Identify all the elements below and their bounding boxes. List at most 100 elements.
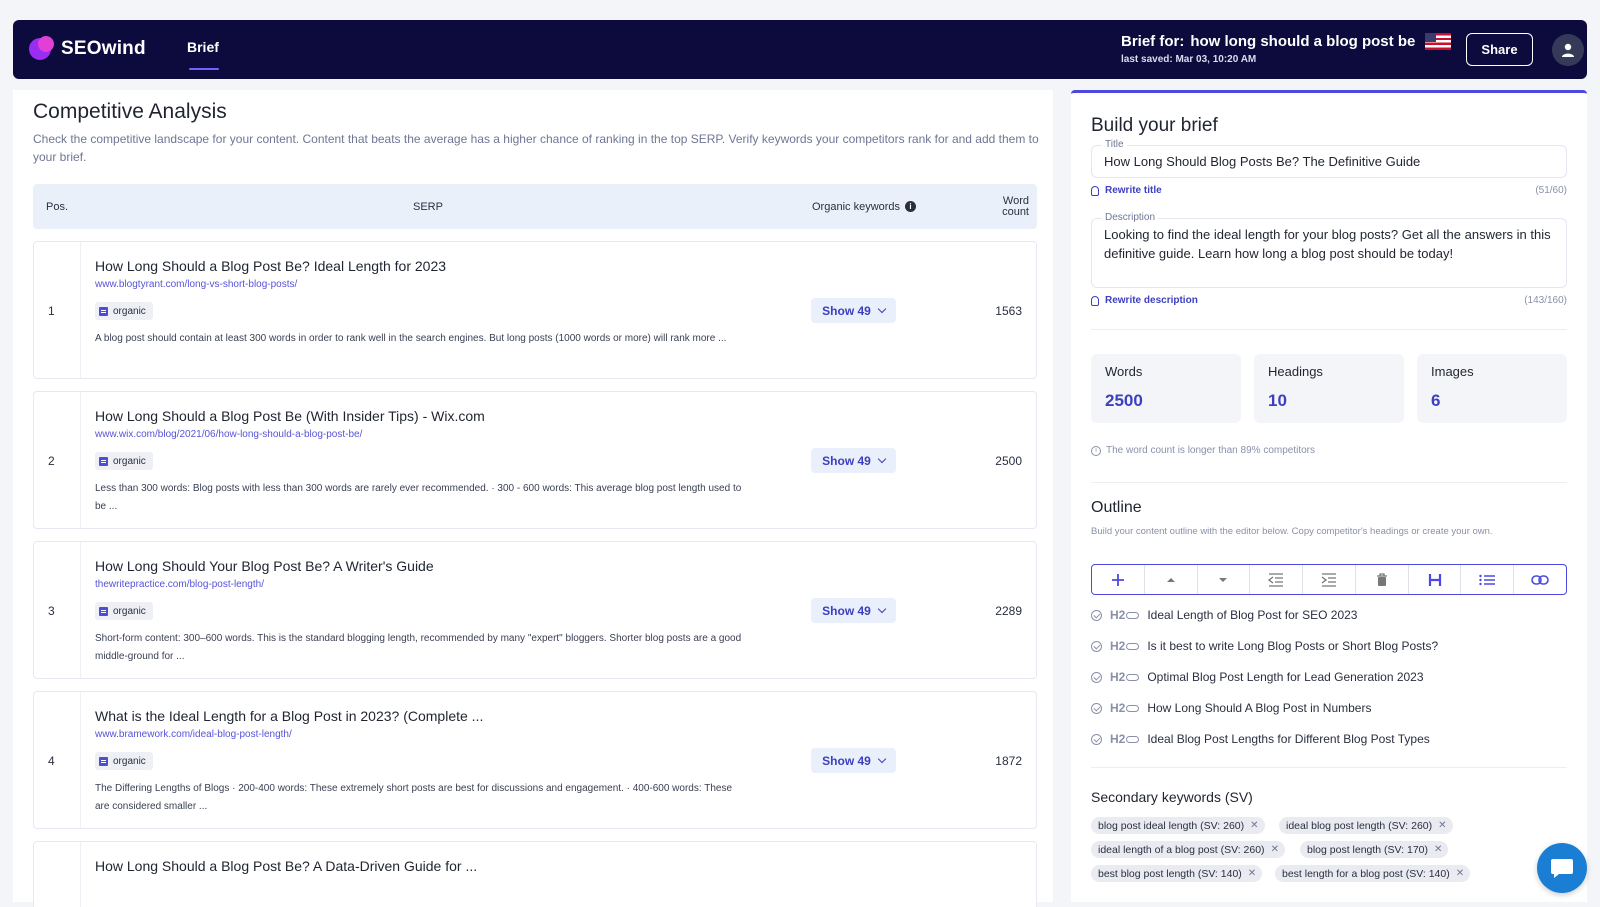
nav-tab-brief[interactable]: Brief (187, 39, 219, 55)
badge-label: organic (113, 455, 146, 467)
rewrite-title-label: Rewrite title (1105, 185, 1162, 196)
keyword-chip: blog post ideal length (SV: 260) ✕ (1091, 817, 1265, 834)
user-avatar[interactable] (1552, 34, 1584, 66)
outline-heading-text[interactable]: Ideal Length of Blog Post for SEO 2023 (1147, 608, 1357, 622)
chip-label: best blog post length (SV: 140) (1098, 867, 1242, 880)
outline-item[interactable]: H2 Ideal Length of Blog Post for SEO 202… (1091, 608, 1357, 622)
result-snippet: Less than 300 words: Blog posts with les… (95, 483, 742, 512)
close-icon[interactable]: ✕ (1456, 868, 1464, 879)
page-subtitle: Check the competitive landscape for your… (33, 132, 1039, 164)
outline-heading-text[interactable]: Ideal Blog Post Lengths for Different Bl… (1147, 732, 1429, 746)
outline-item[interactable]: H2 Optimal Blog Post Length for Lead Gen… (1091, 670, 1424, 684)
heading-tag: H2 (1110, 670, 1140, 684)
check-circle-icon[interactable] (1091, 640, 1102, 652)
check-circle-icon[interactable] (1091, 609, 1102, 621)
last-saved: last saved: Mar 03, 10:20 AM (1121, 54, 1257, 65)
check-circle-icon[interactable] (1091, 733, 1102, 745)
info-icon[interactable]: i (905, 201, 917, 212)
share-button[interactable]: Share (1466, 33, 1533, 66)
divider (1091, 767, 1567, 768)
heading-tag: H2 (1110, 639, 1140, 653)
organic-badge: organic (95, 452, 153, 470)
stat-words: Words 2500 (1091, 354, 1241, 423)
close-icon[interactable]: ✕ (1271, 844, 1279, 855)
rewrite-title-button[interactable]: Rewrite title (1091, 185, 1162, 196)
chip-label: best length for a blog post (SV: 140) (1282, 867, 1450, 880)
title-value[interactable]: How Long Should Blog Posts Be? The Defin… (1092, 146, 1566, 179)
build-brief-title: Build your brief (1091, 115, 1218, 136)
outline-heading-text[interactable]: Is it best to write Long Blog Posts or S… (1147, 639, 1438, 653)
check-circle-icon[interactable] (1091, 702, 1102, 714)
outdent-icon[interactable] (1250, 565, 1304, 594)
close-icon[interactable]: ✕ (1248, 868, 1256, 879)
heading-level: H2 (1110, 639, 1126, 653)
move-up-icon[interactable] (1145, 565, 1198, 594)
show-keywords-button[interactable]: Show 49 (811, 298, 896, 323)
logo-icon (29, 36, 55, 62)
link-icon (1126, 642, 1140, 650)
list-icon[interactable] (1461, 565, 1515, 594)
keyword-chip: ideal length of a blog post (SV: 260) ✕ (1091, 841, 1285, 858)
lightbulb-icon (1091, 185, 1099, 196)
show-label: Show 49 (822, 303, 871, 318)
heading-icon[interactable] (1409, 565, 1462, 594)
result-title[interactable]: How Long Should Your Blog Post Be? A Wri… (95, 558, 434, 574)
outline-item[interactable]: H2 Is it best to write Long Blog Posts o… (1091, 639, 1438, 653)
description-value[interactable]: Looking to find the ideal length for you… (1092, 219, 1566, 271)
plus-icon[interactable] (1092, 565, 1145, 594)
us-flag-icon (1425, 33, 1452, 50)
row-position: 3 (48, 604, 55, 618)
outline-item[interactable]: H2 How Long Should A Blog Post in Number… (1091, 701, 1371, 715)
page-title: Competitive Analysis (33, 100, 227, 123)
row-divider (80, 842, 81, 907)
result-url[interactable]: www.wix.com/blog/2021/06/how-long-should… (95, 429, 362, 440)
result-title[interactable]: How Long Should a Blog Post Be? A Data-D… (95, 858, 477, 874)
chat-button[interactable] (1537, 843, 1587, 893)
badge-label: organic (113, 605, 146, 617)
outline-heading-text[interactable]: Optimal Blog Post Length for Lead Genera… (1147, 670, 1423, 684)
table-row: 1 How Long Should a Blog Post Be? Ideal … (33, 241, 1037, 379)
divider (1091, 482, 1567, 483)
result-url[interactable]: www.blogtyrant.com/long-vs-short-blog-po… (95, 279, 297, 290)
outline-heading-text[interactable]: How Long Should A Blog Post in Numbers (1147, 701, 1371, 715)
title-field[interactable]: Title How Long Should Blog Posts Be? The… (1091, 139, 1567, 179)
stat-label: Images (1431, 364, 1474, 379)
trash-icon[interactable] (1356, 565, 1409, 594)
description-field[interactable]: Description Looking to find the ideal le… (1091, 212, 1567, 288)
row-divider (80, 392, 81, 528)
link-icon (1126, 735, 1140, 743)
indent-icon[interactable] (1303, 565, 1356, 594)
show-keywords-button[interactable]: Show 49 (811, 748, 896, 773)
close-icon[interactable]: ✕ (1438, 820, 1446, 831)
show-keywords-button[interactable]: Show 49 (811, 598, 896, 623)
secondary-keywords-title: Secondary keywords (SV) (1091, 789, 1253, 805)
chip-label: blog post ideal length (SV: 260) (1098, 819, 1245, 832)
logo[interactable]: SEOwind (29, 36, 146, 62)
stat-label: Words (1105, 364, 1143, 379)
badge-label: organic (113, 305, 146, 317)
heading-level: H2 (1110, 670, 1126, 684)
close-icon[interactable]: ✕ (1434, 844, 1442, 855)
result-title[interactable]: How Long Should a Blog Post Be? Ideal Le… (95, 258, 446, 274)
chip-label: ideal blog post length (SV: 260) (1286, 819, 1433, 832)
close-icon[interactable]: ✕ (1250, 820, 1258, 831)
brief-keyword: how long should a blog post be (1190, 33, 1416, 50)
show-keywords-button[interactable]: Show 49 (811, 448, 896, 473)
move-down-icon[interactable] (1198, 565, 1251, 594)
divider (1091, 329, 1567, 330)
title-counter: (51/60) (1535, 185, 1567, 196)
outline-item[interactable]: H2 Ideal Blog Post Lengths for Different… (1091, 732, 1430, 746)
link-icon (1126, 673, 1140, 681)
link-icon[interactable] (1514, 565, 1566, 594)
rewrite-description-button[interactable]: Rewrite description (1091, 295, 1198, 306)
result-title[interactable]: How Long Should a Blog Post Be (With Ins… (95, 408, 485, 424)
heading-level: H2 (1110, 608, 1126, 622)
result-url[interactable]: www.bramework.com/ideal-blog-post-length… (95, 729, 292, 740)
table-row: 4 What is the Ideal Length for a Blog Po… (33, 691, 1037, 829)
result-title[interactable]: What is the Ideal Length for a Blog Post… (95, 708, 483, 724)
check-circle-icon[interactable] (1091, 671, 1102, 683)
outline-title: Outline (1091, 499, 1142, 516)
result-snippet: The Differing Lengths of Blogs · 200-400… (95, 783, 733, 812)
result-url[interactable]: thewritepractice.com/blog-post-length/ (95, 579, 264, 590)
heading-level: H2 (1110, 732, 1126, 746)
